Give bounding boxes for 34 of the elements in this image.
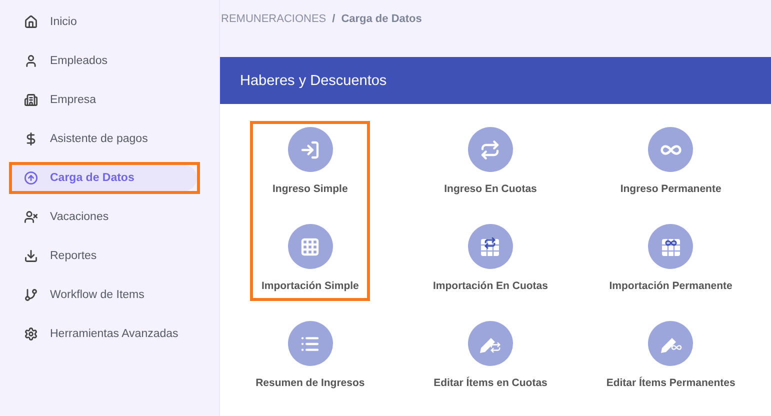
action-button[interactable]: Editar Ítems en Cuotas [434,315,548,389]
action-button[interactable]: Importación Simple [261,218,359,292]
grid-repeat-icon [479,236,502,258]
person-off-icon [24,210,38,224]
upload-icon [24,171,38,185]
dollar-icon [24,132,38,146]
sidebar-item[interactable]: Empleados [12,48,212,74]
sidebar-item[interactable]: Asistente de pagos [12,126,212,152]
person-icon [24,54,38,68]
sidebar-item[interactable]: Inicio [12,9,212,35]
sidebar-item[interactable]: Herramientas Avanzadas [12,321,212,347]
grid-icon [300,236,320,256]
action-button[interactable]: Ingreso Permanente [620,121,722,195]
settings-icon [24,327,38,341]
building-icon [24,93,38,107]
branch-icon [24,288,38,302]
panel-title: Haberes y Descuentos [240,72,387,88]
sidebar-item[interactable]: Workflow de Items [12,282,212,308]
action-button[interactable]: Editar Ítems Permanentes [606,315,736,389]
sidebar-item[interactable]: Vacaciones [12,204,212,230]
breadcrumb-separator: / [332,13,336,25]
breadcrumb-current: Carga de Datos [341,13,422,25]
sidebar-item[interactable]: Carga de Datos [12,165,197,191]
repeat-icon [480,140,500,160]
action-button[interactable]: Ingreso Simple [272,121,348,195]
sidebar-item[interactable]: Reportes [12,243,212,269]
home-icon [24,15,38,29]
action-button[interactable]: Resumen de Ingresos [256,315,365,389]
enter-icon [300,140,320,160]
action-button[interactable]: Importación Permanente [609,218,732,292]
action-button[interactable]: Importación En Cuotas [433,218,548,292]
sidebar-item[interactable]: Empresa [12,87,212,113]
action-button[interactable]: Ingreso En Cuotas [444,121,537,195]
download-icon [24,249,38,263]
